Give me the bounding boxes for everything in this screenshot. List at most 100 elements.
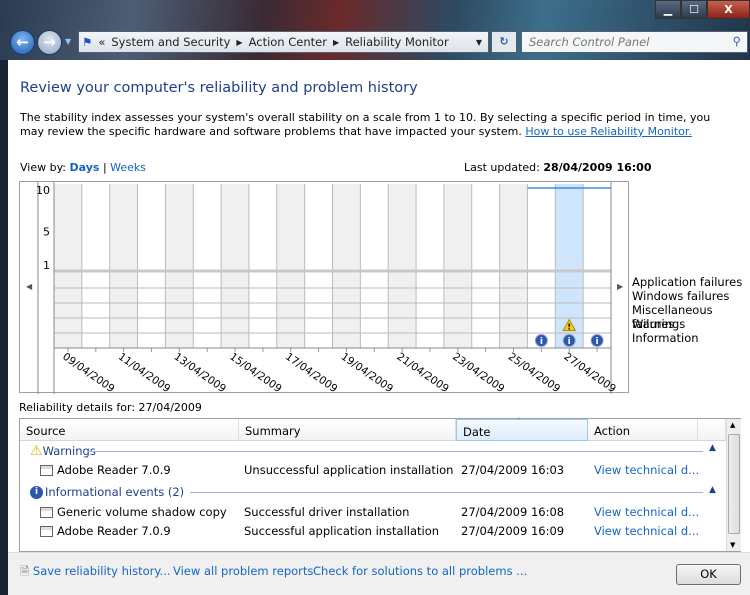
info-mark: i (568, 337, 571, 347)
group-divider (88, 451, 703, 452)
col-action[interactable]: Action (588, 419, 698, 441)
search-icon[interactable]: ⚲ (733, 34, 741, 48)
view-days-link[interactable]: Days (70, 161, 100, 174)
day-column[interactable] (276, 184, 305, 348)
search-input[interactable]: Search Control Panel ⚲ (521, 31, 748, 53)
scroll-up-icon[interactable]: ▲ (730, 421, 735, 429)
day-column[interactable] (443, 184, 472, 348)
day-column[interactable] (416, 184, 444, 348)
x-tick-label: 15/04/2009 (227, 351, 283, 394)
save-history-link[interactable]: 🗎 Save reliability history... (20, 564, 171, 583)
close-button[interactable]: X (707, 0, 750, 19)
legend-application-failures: Application failures (632, 275, 743, 289)
sort-asc-icon: ˄ (517, 417, 521, 426)
breadcrumb-system-security[interactable]: System and Security (111, 35, 230, 49)
day-column[interactable] (248, 184, 277, 348)
table-row-source[interactable]: Generic volume shadow copy (40, 505, 227, 519)
col-blank (698, 419, 726, 441)
warning-icon: ⚠ (30, 443, 43, 459)
day-column[interactable] (193, 184, 222, 348)
info-mark: i (596, 337, 599, 347)
day-column[interactable] (332, 184, 361, 348)
check-solutions-link[interactable]: Check for solutions to all problems ... (313, 564, 527, 578)
back-button[interactable]: ← (10, 30, 35, 55)
forward-button[interactable]: → (37, 30, 62, 55)
x-tick-label: 21/04/2009 (394, 351, 450, 394)
address-dropdown-icon[interactable]: ▼ (476, 38, 482, 47)
table-row-source[interactable]: Adobe Reader 7.0.9 (40, 524, 171, 538)
table-row-summary: Successful driver installation (244, 505, 410, 519)
day-column[interactable] (360, 184, 389, 348)
scroll-right-icon: ▶ (617, 282, 624, 291)
program-icon (40, 526, 53, 537)
day-column[interactable] (471, 184, 500, 348)
table-row-source[interactable]: Adobe Reader 7.0.9 (40, 463, 171, 477)
details-label: Reliability details for: 27/04/2009 (19, 401, 202, 414)
breadcrumb-action-center[interactable]: Action Center (249, 35, 327, 49)
help-link[interactable]: How to use Reliability Monitor. (525, 125, 692, 138)
day-column[interactable] (583, 184, 611, 348)
legend-warnings: Warnings (632, 317, 686, 331)
ok-button[interactable]: OK (676, 564, 741, 585)
scroll-down-icon[interactable]: ▼ (730, 541, 735, 549)
view-weeks-link[interactable]: Weeks (110, 161, 146, 174)
group-warnings[interactable]: ⚠ Warnings (30, 443, 96, 459)
scroll-left-icon: ◀ (26, 282, 33, 291)
x-tick-label: 23/04/2009 (450, 351, 506, 394)
y-tick-label: 10 (36, 184, 50, 197)
day-column[interactable] (109, 184, 138, 348)
view-all-reports-link[interactable]: View all problem reports (173, 564, 313, 578)
group-informational[interactable]: i Informational events (2) (30, 485, 184, 499)
last-updated: Last updated: 28/04/2009 16:00 (464, 161, 652, 174)
view-technical-details-link[interactable]: View technical d... (594, 463, 699, 477)
col-date[interactable]: Date ˄ (456, 417, 588, 441)
breadcrumb-reliability-monitor[interactable]: Reliability Monitor (345, 35, 449, 49)
x-tick-label: 25/04/2009 (506, 351, 562, 394)
scrollbar[interactable]: ▲ ▼ (726, 419, 741, 551)
view-by: View by: Days | Weeks (20, 161, 147, 174)
details-table: Source Summary Date ˄ Action ▲ ▼ ⚠ Warning… (19, 417, 741, 552)
reliability-chart[interactable]: 10 5 1 ◀ ▶! i i i 09/04/2009 11/04/2009 13/04/2009… (19, 181, 630, 395)
view-technical-details-link[interactable]: View technical d... (594, 524, 699, 538)
chevron-right-icon[interactable]: ▶ (333, 38, 339, 47)
minimize-button[interactable]: ▁ (655, 0, 681, 19)
chart-svg[interactable]: 10 5 1 ◀ ▶! i i i 09/04/2009 11/04/2009 13/04/2009… (20, 182, 630, 395)
view-technical-details-link[interactable]: View technical d... (594, 505, 699, 519)
table-row-summary: Successful application installation (244, 524, 440, 538)
x-tick-label: 17/04/2009 (283, 351, 339, 394)
day-column[interactable] (304, 184, 333, 348)
col-source[interactable]: Source (20, 419, 239, 441)
recent-pages-icon[interactable]: ▼ (65, 37, 71, 46)
col-summary[interactable]: Summary (239, 419, 456, 441)
program-icon (40, 465, 53, 476)
day-column[interactable] (81, 184, 110, 348)
scrollbar-thumb[interactable] (728, 434, 740, 534)
info-mark: i (540, 337, 543, 347)
breadcrumb-overflow[interactable]: « (98, 35, 105, 49)
x-tick-label: 13/04/2009 (172, 351, 228, 394)
program-icon (40, 507, 53, 518)
maximize-button[interactable]: ☐ (681, 0, 707, 19)
x-tick-label: 19/04/2009 (339, 351, 395, 394)
day-column[interactable] (137, 184, 166, 348)
x-tick-label: 09/04/2009 (60, 351, 116, 394)
legend-information: Information (632, 331, 699, 345)
document-icon: 🗎 (20, 564, 30, 578)
table-row-date: 27/04/2009 16:03 (461, 463, 565, 477)
address-bar[interactable]: ⚑ « System and Security ▶ Action Center ▶ … (78, 31, 489, 53)
table-row-date: 27/04/2009 16:08 (461, 505, 565, 519)
day-column[interactable] (165, 184, 194, 348)
table-row-date: 27/04/2009 16:09 (461, 524, 565, 538)
collapse-icon[interactable]: ▲ (709, 485, 716, 495)
day-column[interactable] (388, 184, 417, 348)
info-icon: i (30, 485, 43, 499)
x-tick-label: 11/04/2009 (116, 351, 172, 394)
chevron-right-icon[interactable]: ▶ (236, 38, 242, 47)
day-column[interactable] (499, 184, 528, 348)
day-column[interactable] (527, 184, 556, 348)
day-column[interactable] (54, 184, 82, 348)
collapse-icon[interactable]: ▲ (709, 443, 716, 453)
day-column[interactable] (221, 184, 249, 348)
table-row-summary: Unsuccessful application installation (244, 463, 454, 477)
refresh-button[interactable]: ↻ (491, 31, 517, 53)
